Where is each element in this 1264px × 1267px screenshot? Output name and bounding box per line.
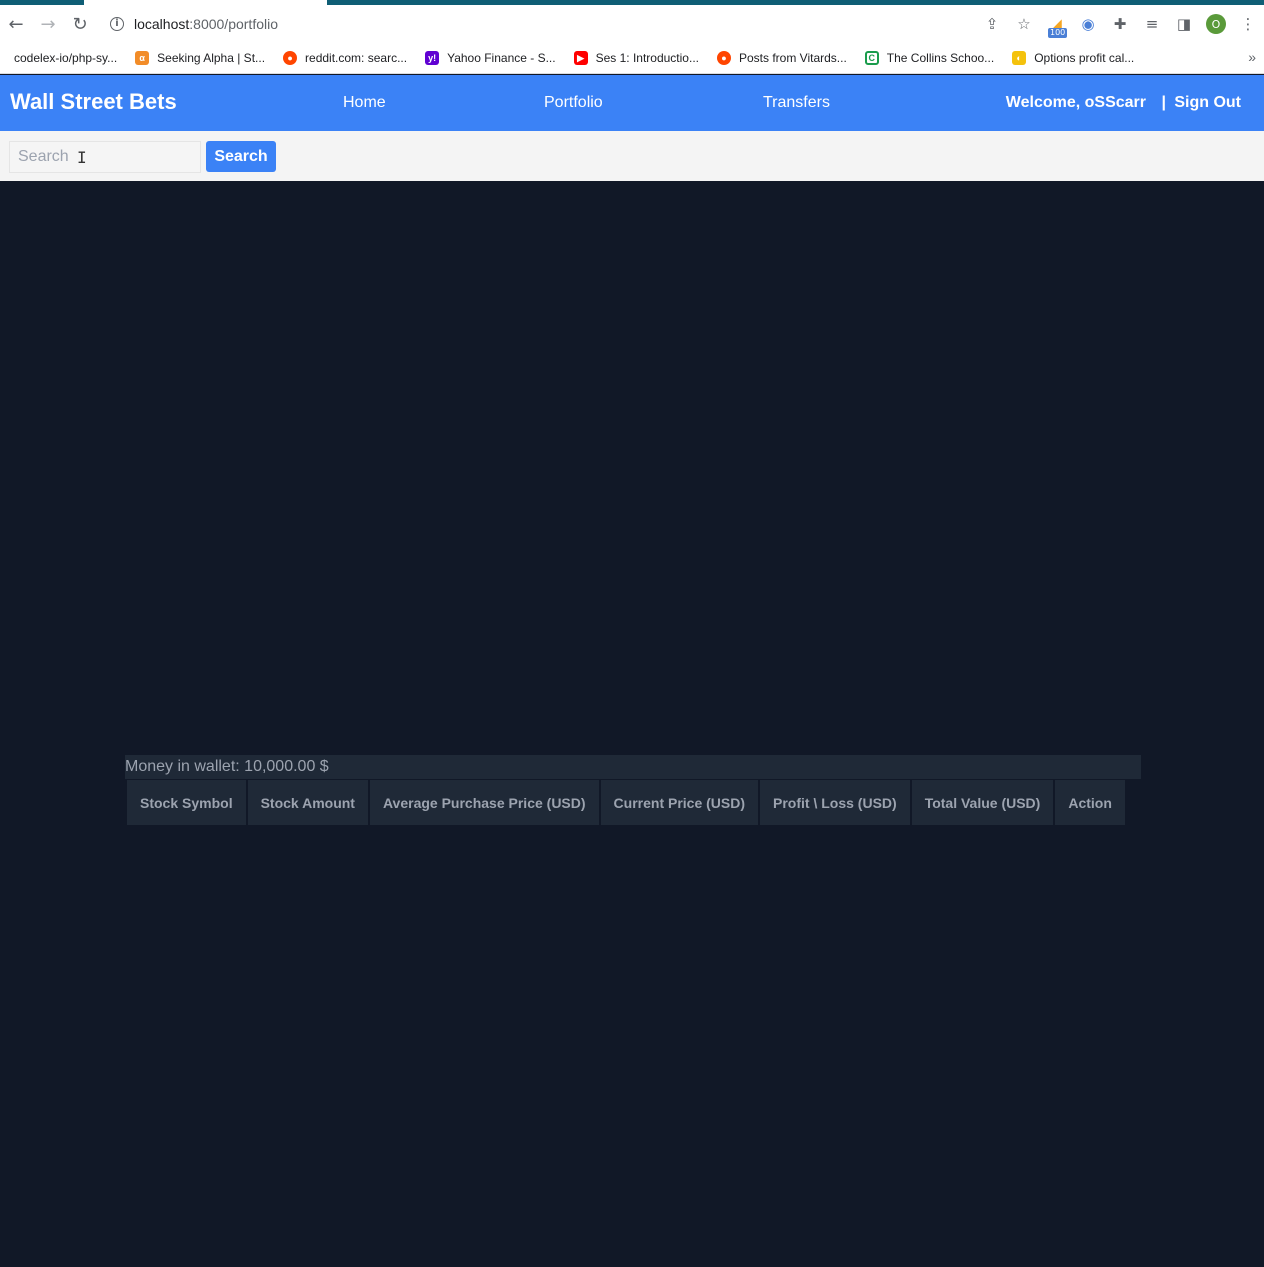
- column-header-profit-loss: Profit \ Loss (USD): [760, 780, 910, 825]
- bookmark-item[interactable]: codelex-io/php-sy...: [14, 51, 117, 65]
- options-calc-icon: ◐: [1012, 51, 1027, 65]
- header-separator: |: [1161, 94, 1166, 111]
- extension-badge: 100: [1048, 28, 1068, 38]
- address-bar[interactable]: i localhost:8000/portfolio: [110, 9, 278, 39]
- column-header-average-purchase-price: Average Purchase Price (USD): [369, 780, 599, 825]
- youtube-icon: ▶: [573, 51, 588, 65]
- search-input[interactable]: [9, 141, 201, 173]
- profile-avatar[interactable]: O: [1200, 8, 1232, 40]
- collins-school-icon: C: [864, 51, 879, 65]
- bookmark-star-icon[interactable]: ☆: [1008, 8, 1040, 40]
- site-header: Wall Street Bets Home Portfolio Transfer…: [0, 75, 1264, 131]
- column-header-total-value: Total Value (USD): [911, 780, 1054, 825]
- url-text[interactable]: localhost:8000/portfolio: [134, 16, 278, 32]
- column-header-action: Action: [1055, 780, 1125, 825]
- share-icon[interactable]: ⇪: [976, 8, 1008, 40]
- table-header-row: Stock Symbol Stock Amount Average Purcha…: [127, 780, 1125, 825]
- portfolio-table: Stock Symbol Stock Amount Average Purcha…: [125, 780, 1127, 825]
- nav-portfolio-link[interactable]: Portfolio: [544, 94, 603, 112]
- menu-kebab-icon[interactable]: ⋮: [1232, 8, 1264, 40]
- bookmark-item[interactable]: C The Collins Schoo...: [864, 51, 995, 65]
- bookmark-label: Options profit cal...: [1034, 51, 1135, 65]
- text-cursor-icon: I: [77, 148, 87, 167]
- browser-toolbar: ← → ↻ i localhost:8000/portfolio ⇪ ☆ ◢ 10…: [0, 5, 1264, 43]
- bookmark-item[interactable]: α Seeking Alpha | St...: [135, 51, 265, 65]
- reddit-icon: ●: [716, 51, 731, 65]
- brand-logo[interactable]: Wall Street Bets: [10, 89, 177, 115]
- password-extension-icon[interactable]: ◉: [1072, 8, 1104, 40]
- column-header-stock-symbol: Stock Symbol: [127, 780, 246, 825]
- bookmark-label: codelex-io/php-sy...: [14, 51, 118, 65]
- bookmark-item[interactable]: ● reddit.com: searc...: [283, 51, 407, 65]
- profile-initial: O: [1206, 14, 1226, 34]
- bookmark-label: Ses 1: Introductio...: [595, 51, 699, 65]
- nav-transfers-link[interactable]: Transfers: [763, 94, 830, 112]
- extensions-puzzle-icon[interactable]: ✚: [1104, 8, 1136, 40]
- url-path: :8000/portfolio: [189, 16, 278, 32]
- bookmark-label: Seeking Alpha | St...: [157, 51, 266, 65]
- column-header-current-price: Current Price (USD): [600, 780, 759, 825]
- bookmark-label: Posts from Vitards...: [738, 51, 847, 65]
- bookmark-item[interactable]: y! Yahoo Finance - S...: [425, 51, 556, 65]
- search-button[interactable]: Search: [206, 141, 276, 172]
- url-host: localhost: [134, 16, 190, 32]
- back-icon[interactable]: ←: [0, 8, 32, 40]
- bookmark-label: reddit.com: searc...: [305, 51, 408, 65]
- yahoo-icon: y!: [425, 51, 440, 65]
- search-bar: I Search: [0, 131, 1264, 181]
- nav-home-link[interactable]: Home: [343, 94, 386, 112]
- bookmark-item[interactable]: ◐ Options profit cal...: [1012, 51, 1134, 65]
- bookmarks-bar: codelex-io/php-sy... α Seeking Alpha | St…: [0, 43, 1264, 74]
- wallet-balance: Money in wallet: 10,000.00 $: [125, 755, 1141, 779]
- media-control-icon[interactable]: ≡: [1136, 8, 1168, 40]
- bookmark-item[interactable]: ● Posts from Vitards...: [716, 51, 847, 65]
- rss-extension-icon[interactable]: ◢ 100: [1040, 8, 1072, 40]
- bookmarks-overflow-icon[interactable]: »: [1248, 49, 1256, 65]
- bookmark-item[interactable]: ▶ Ses 1: Introductio...: [573, 51, 699, 65]
- welcome-text: Welcome, oSScarr: [1005, 94, 1146, 111]
- bookmark-label: Yahoo Finance - S...: [447, 51, 556, 65]
- column-header-stock-amount: Stock Amount: [247, 780, 368, 825]
- bookmark-label: The Collins Schoo...: [886, 51, 995, 65]
- reload-icon[interactable]: ↻: [64, 8, 96, 40]
- forward-icon[interactable]: →: [32, 8, 64, 40]
- seeking-alpha-icon: α: [135, 51, 150, 65]
- reddit-icon: ●: [283, 51, 298, 65]
- side-panel-icon[interactable]: ◨: [1168, 8, 1200, 40]
- site-info-icon[interactable]: i: [110, 17, 124, 31]
- sign-out-link[interactable]: Sign Out: [1174, 94, 1241, 112]
